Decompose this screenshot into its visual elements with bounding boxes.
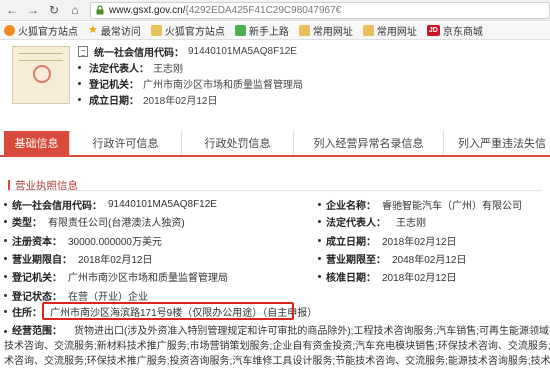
lock-icon bbox=[96, 5, 104, 15]
bullet-icon bbox=[78, 97, 81, 101]
bullet-icon bbox=[4, 274, 7, 278]
bookmark-getting-started[interactable]: 新手上路 bbox=[234, 23, 289, 38]
browser-url-bar: ← → ↻ ⌂ www.gsxt.gov.cn/ {4292EDA425F41C… bbox=[0, 0, 550, 21]
scope-line-3: 术咨询、交流服务;环保技术推广服务;投资咨询服务;汽车维修工具设计服务;节能技术… bbox=[4, 356, 550, 367]
field-established: 成立日期： 2018年02月12日 bbox=[318, 232, 457, 248]
bullet-icon bbox=[78, 81, 81, 85]
field-company-name: 企业名称： 睿驰智能汽车（广州）有限公司 bbox=[318, 196, 522, 212]
tab-abnormal-list[interactable]: 列入经营异常名录信息 bbox=[294, 131, 444, 155]
field-authority: 登记机关： 广州市南沙区市场和质量监督管理局 bbox=[4, 268, 228, 284]
bookmark-common-sites-2[interactable]: 常用网址 bbox=[362, 23, 417, 38]
address-input[interactable]: www.gsxt.gov.cn/ {4292EDA425F41C29C98047… bbox=[90, 1, 550, 19]
field-approved: 核准日期： 2018年02月12日 bbox=[318, 268, 457, 284]
document-icon bbox=[78, 45, 88, 57]
bookmark-jd[interactable]: JD 京东商城 bbox=[426, 23, 483, 38]
section-divider bbox=[8, 190, 542, 191]
tab-admin-penalty[interactable]: 行政处罚信息 bbox=[182, 131, 294, 155]
jd-logo-icon: JD bbox=[426, 25, 440, 36]
bullet-icon bbox=[4, 219, 7, 223]
summary-row-authority: 登记机关： 广州市南沙区市场和质量监督管理局 bbox=[78, 76, 303, 91]
field-capital: 注册资本： 30000.000000万美元 bbox=[4, 232, 162, 248]
home-icon[interactable]: ⌂ bbox=[66, 1, 84, 19]
field-type: 类型： 有限责任公司(台港澳法人独资) bbox=[4, 213, 185, 229]
license-text-lines bbox=[19, 53, 63, 61]
address-highlight-box bbox=[42, 302, 294, 320]
folder-icon bbox=[362, 25, 374, 36]
info-tabs: 基础信息 行政许可信息 行政处罚信息 列入经营异常名录信息 列入严重违法失信 bbox=[0, 131, 550, 157]
bullet-icon bbox=[318, 202, 321, 206]
bookmark-common-sites[interactable]: 常用网址 bbox=[298, 23, 353, 38]
field-term-to: 营业期限至： 2048年02月12日 bbox=[318, 250, 467, 266]
url-path: {4292EDA425F41C29C98047967€ bbox=[185, 4, 342, 16]
tab-admin-license[interactable]: 行政许可信息 bbox=[70, 131, 182, 155]
url-host: www.gsxt.gov.cn/ bbox=[109, 4, 186, 16]
forward-arrow-icon[interactable]: → bbox=[24, 1, 42, 19]
bullet-icon bbox=[4, 293, 7, 297]
bullet-icon bbox=[78, 65, 81, 69]
bullet-icon bbox=[4, 238, 7, 242]
summary-row-established: 成立日期： 2018年02月12日 bbox=[78, 92, 218, 107]
bullet-icon bbox=[4, 202, 7, 206]
folder-icon bbox=[298, 25, 310, 36]
bookmark-firefox-site[interactable]: 火狐官方站点 bbox=[4, 23, 78, 38]
bullet-icon bbox=[318, 256, 321, 260]
tab-serious-violation[interactable]: 列入严重违法失信 bbox=[444, 131, 550, 155]
seal-icon bbox=[33, 65, 51, 83]
scope-line-1: 经营范围： 货物进出口(涉及外资准入特别管理规定和许可审批的商品除外);工程技术咨… bbox=[4, 325, 550, 340]
bookmark-most-visited[interactable]: ★ 最常访问 bbox=[88, 23, 141, 39]
star-icon: ★ bbox=[88, 24, 98, 36]
bookmark-firefox-site-2[interactable]: 火狐官方站点 bbox=[150, 23, 225, 38]
folder-icon bbox=[150, 25, 162, 36]
back-arrow-icon[interactable]: ← bbox=[3, 1, 21, 19]
gear-icon bbox=[234, 25, 246, 36]
bullet-icon bbox=[318, 274, 321, 278]
bookmarks-bar: 火狐官方站点 ★ 最常访问 火狐官方站点 新手上路 常用网址 常用网址 JD 京东商… bbox=[0, 22, 550, 40]
business-license-thumbnail[interactable] bbox=[12, 46, 70, 104]
reload-icon[interactable]: ↻ bbox=[45, 1, 63, 19]
field-credit-code: 统一社会信用代码： 91440101MA5AQ8F12E bbox=[4, 196, 217, 212]
bullet-icon bbox=[4, 329, 7, 333]
summary-row-legal-rep: 法定代表人： 王志刚 bbox=[78, 60, 183, 75]
bullet-icon bbox=[4, 256, 7, 260]
bullet-icon bbox=[318, 238, 321, 242]
field-legal-rep: 法定代表人： 王志刚 bbox=[318, 213, 426, 229]
field-term-from: 营业期限自： 2018年02月12日 bbox=[4, 250, 153, 266]
field-status: 登记状态： 在营（开业）企业 bbox=[4, 287, 148, 303]
tab-basic-info[interactable]: 基础信息 bbox=[4, 131, 70, 155]
bullet-icon bbox=[318, 219, 321, 223]
scope-line-2: 技术咨询、交流服务;新材料技术推广服务;市场营销策划服务;企业自有资金投资;汽车… bbox=[4, 341, 550, 352]
bullet-icon bbox=[4, 309, 7, 313]
firefox-icon bbox=[4, 25, 15, 36]
summary-row-credit-code: 统一社会信用代码： 91440101MA5AQ8F12E bbox=[78, 44, 297, 59]
